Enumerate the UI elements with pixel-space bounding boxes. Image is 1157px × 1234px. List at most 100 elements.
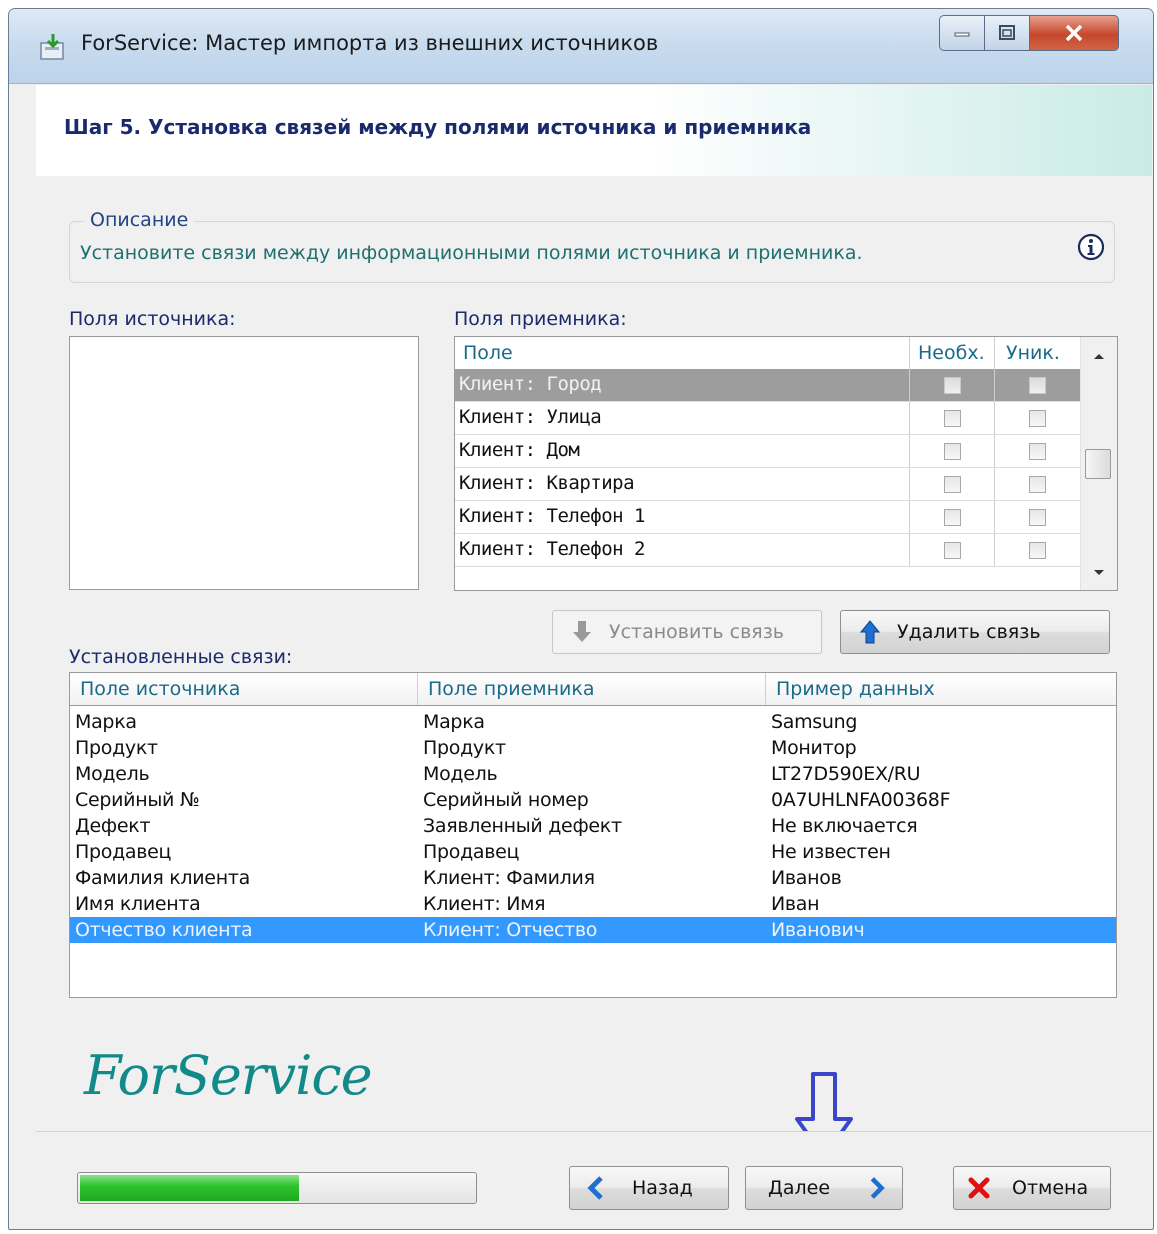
target-field-row[interactable]: Клиент: Квартира: [455, 468, 1081, 501]
required-cell: [910, 435, 995, 467]
required-cell: [910, 468, 995, 500]
unlink-button-label: Удалить связь: [897, 621, 1041, 643]
unique-cell: [995, 468, 1081, 500]
source-fields-list[interactable]: [69, 336, 419, 590]
description-legend: Описание: [84, 209, 195, 231]
next-button[interactable]: Далее: [745, 1166, 903, 1210]
column-header-field[interactable]: Поле: [455, 337, 910, 369]
link-source-field: Отчество клиента: [75, 919, 253, 941]
link-row[interactable]: Имя клиента Клиент: Имя Иван: [70, 891, 1116, 917]
target-field-name: Клиент: Город: [455, 369, 910, 401]
column-header-required[interactable]: Необх.: [910, 337, 995, 369]
window-title: ForService: Мастер импорта из внешних ис…: [81, 31, 659, 55]
cancel-button[interactable]: Отмена: [953, 1166, 1111, 1210]
column-header-source-field[interactable]: Поле источника: [70, 673, 418, 705]
unique-checkbox[interactable]: [1029, 508, 1046, 526]
links-table-header: Поле источника Поле приемника Пример дан…: [70, 673, 1116, 706]
unique-checkbox[interactable]: [1029, 442, 1046, 460]
target-field-row[interactable]: Клиент: Телефон 2: [455, 534, 1081, 567]
unique-checkbox[interactable]: [1029, 409, 1046, 427]
link-sample-data: Не известен: [771, 841, 891, 863]
target-field-name: Клиент: Улица: [455, 402, 910, 434]
step-title: Шаг 5. Установка связей между полями ист…: [64, 115, 812, 139]
progress-fill: [80, 1175, 299, 1201]
scroll-down-arrow[interactable]: [1081, 558, 1117, 588]
back-button-label: Назад: [632, 1177, 693, 1199]
required-checkbox[interactable]: [943, 541, 961, 559]
link-target-field: Заявленный дефект: [423, 815, 622, 837]
link-target-field: Продукт: [423, 737, 506, 759]
link-sample-data: 0A7UHLNFA00368F: [771, 789, 951, 811]
target-fields-grid[interactable]: Поле Необх. Уник. Клиент: Город Клиент: У…: [454, 336, 1118, 591]
import-icon: [40, 34, 64, 60]
links-table-rows: Марка Марка Samsung Продукт Продукт Монитор Мо…: [70, 709, 1116, 943]
link-target-field: Клиент: Фамилия: [423, 867, 595, 889]
link-row[interactable]: Марка Марка Samsung: [70, 709, 1116, 735]
description-text: Установите связи между информационными п…: [80, 242, 863, 264]
link-target-field: Серийный номер: [423, 789, 589, 811]
maximize-icon: [999, 25, 1015, 40]
source-fields-label: Поля источника:: [69, 308, 236, 330]
link-sample-data: Иван: [771, 893, 820, 915]
vertical-scrollbar[interactable]: [1080, 337, 1117, 590]
wizard-content: Описание Установите связи между информац…: [36, 176, 1152, 1131]
links-label: Установленные связи:: [69, 646, 293, 668]
target-field-name: Клиент: Квартира: [455, 468, 910, 500]
target-field-name: Клиент: Телефон 1: [455, 501, 910, 533]
title-bar: ForService: Мастер импорта из внешних ис…: [9, 9, 1153, 84]
info-icon[interactable]: [1076, 232, 1106, 262]
unique-checkbox[interactable]: [1029, 475, 1046, 493]
unique-cell: [995, 369, 1081, 401]
column-header-sample-data[interactable]: Пример данных: [766, 673, 1116, 705]
maximize-button[interactable]: [984, 15, 1030, 51]
link-row[interactable]: Дефект Заявленный дефект Не включается: [70, 813, 1116, 839]
back-button[interactable]: Назад: [569, 1166, 729, 1210]
link-target-field: Модель: [423, 763, 498, 785]
wizard-window: ForService: Мастер импорта из внешних ис…: [8, 8, 1154, 1230]
link-target-field: Клиент: Имя: [423, 893, 546, 915]
target-fields-label: Поля приемника:: [454, 308, 627, 330]
cancel-button-label: Отмена: [1012, 1177, 1089, 1199]
target-field-name: Клиент: Телефон 2: [455, 534, 910, 566]
column-header-unique[interactable]: Уник.: [995, 337, 1081, 369]
scroll-up-arrow[interactable]: [1081, 341, 1117, 371]
required-checkbox[interactable]: [943, 409, 961, 427]
chevron-right-icon: [870, 1177, 885, 1199]
next-button-label: Далее: [768, 1177, 831, 1199]
target-field-row[interactable]: Клиент: Телефон 1: [455, 501, 1081, 534]
close-button[interactable]: [1029, 15, 1119, 51]
unique-checkbox[interactable]: [1029, 376, 1046, 394]
link-row[interactable]: Серийный № Серийный номер 0A7UHLNFA00368F: [70, 787, 1116, 813]
link-target-field: Продавец: [423, 841, 520, 863]
required-checkbox[interactable]: [943, 442, 961, 460]
links-table[interactable]: Поле источника Поле приемника Пример дан…: [69, 672, 1117, 998]
progress-bar: [77, 1172, 477, 1204]
wizard-header: Шаг 5. Установка связей между полями ист…: [36, 85, 1152, 177]
target-field-row[interactable]: Клиент: Дом: [455, 435, 1081, 468]
required-cell: [910, 369, 995, 401]
required-checkbox[interactable]: [943, 508, 961, 526]
required-checkbox[interactable]: [943, 376, 961, 394]
scroll-thumb[interactable]: [1085, 449, 1111, 479]
link-row[interactable]: Отчество клиента Клиент: Отчество Иванович: [70, 917, 1116, 943]
link-button-label: Установить связь: [609, 621, 785, 643]
target-field-row[interactable]: Клиент: Город: [455, 369, 1081, 402]
arrow-down-icon: [1094, 570, 1104, 575]
required-cell: [910, 402, 995, 434]
unlink-button[interactable]: Удалить связь: [840, 610, 1110, 654]
minimize-button[interactable]: [939, 15, 985, 51]
unique-checkbox[interactable]: [1029, 541, 1046, 559]
link-button[interactable]: Установить связь: [552, 610, 822, 654]
target-field-row[interactable]: Клиент: Улица: [455, 402, 1081, 435]
close-icon: [1065, 24, 1083, 42]
link-row[interactable]: Модель Модель LT27D590EX/RU: [70, 761, 1116, 787]
link-row[interactable]: Фамилия клиента Клиент: Фамилия Иванов: [70, 865, 1116, 891]
required-checkbox[interactable]: [943, 475, 961, 493]
required-cell: [910, 501, 995, 533]
forservice-logo: ForService: [84, 1044, 373, 1107]
link-source-field: Марка: [75, 711, 137, 733]
link-row[interactable]: Продавец Продавец Не известен: [70, 839, 1116, 865]
column-header-target-field[interactable]: Поле приемника: [418, 673, 766, 705]
link-row[interactable]: Продукт Продукт Монитор: [70, 735, 1116, 761]
link-target-field: Клиент: Отчество: [423, 919, 598, 941]
